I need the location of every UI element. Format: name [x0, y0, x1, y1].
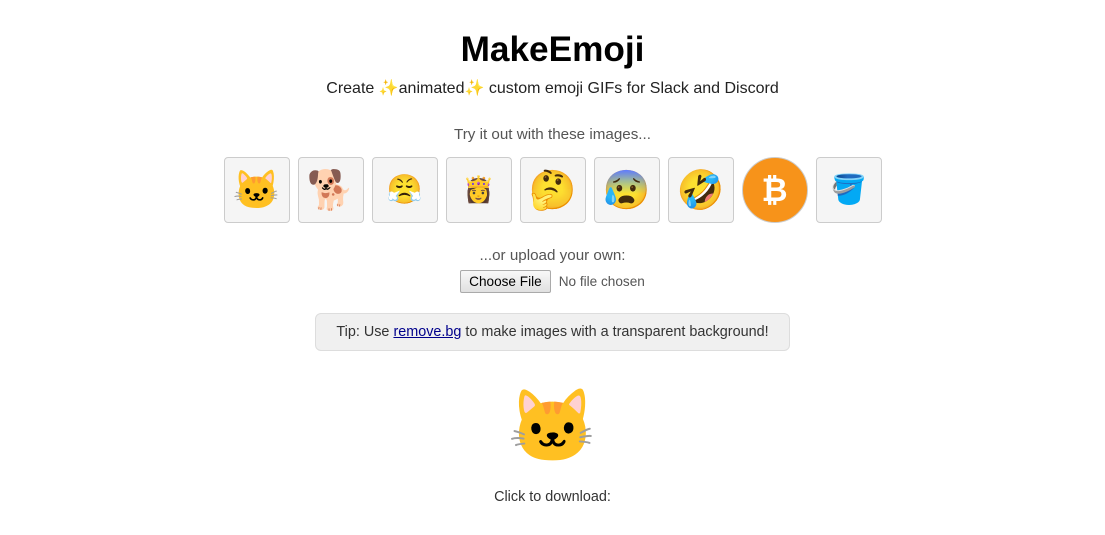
subtitle-animated: animated	[399, 80, 465, 97]
preview-image[interactable]: 🐱	[497, 371, 607, 481]
click-to-download-label: Click to download:	[494, 489, 611, 505]
sample-images-row: 🐱 🐕 😤 👸 🤔 😰 🤣 ₿ 🪣	[224, 157, 882, 223]
tip-box: Tip: Use remove.bg to make images with a…	[315, 313, 789, 351]
no-file-label: No file chosen	[559, 274, 645, 289]
sparkle-left-icon: ✨	[379, 80, 399, 97]
sample-image-sweat[interactable]: 😰	[594, 157, 660, 223]
upload-section: ...or upload your own: Choose File No fi…	[460, 247, 645, 293]
sample-image-bitcoin[interactable]: ₿	[742, 157, 808, 223]
choose-file-button[interactable]: Choose File	[460, 270, 551, 293]
try-label: Try it out with these images...	[454, 126, 651, 143]
tip-text-after: to make images with a transparent backgr…	[461, 324, 768, 340]
sample-image-troll[interactable]: 😤	[372, 157, 438, 223]
sparkle-right-icon: ✨	[464, 80, 484, 97]
remove-bg-link[interactable]: remove.bg	[393, 324, 461, 340]
app-subtitle: Create ✨animated✨ custom emoji GIFs for …	[326, 78, 778, 98]
file-input-row: Choose File No file chosen	[460, 270, 645, 293]
sample-image-cat[interactable]: 🐱	[224, 157, 290, 223]
subtitle-prefix: Create	[326, 80, 378, 97]
app-title: MakeEmoji	[461, 30, 645, 70]
sample-image-doge[interactable]: 🐕	[298, 157, 364, 223]
sample-image-mona[interactable]: 👸	[446, 157, 512, 223]
subtitle-suffix: custom emoji GIFs for Slack and Discord	[484, 80, 778, 97]
preview-section: 🐱 Click to download:	[494, 371, 611, 505]
upload-label: ...or upload your own:	[479, 247, 625, 264]
sample-image-stack[interactable]: 🪣	[816, 157, 882, 223]
sample-image-thinking[interactable]: 🤔	[520, 157, 586, 223]
tip-text-before: Tip: Use	[336, 324, 393, 340]
sample-image-rofl[interactable]: 🤣	[668, 157, 734, 223]
